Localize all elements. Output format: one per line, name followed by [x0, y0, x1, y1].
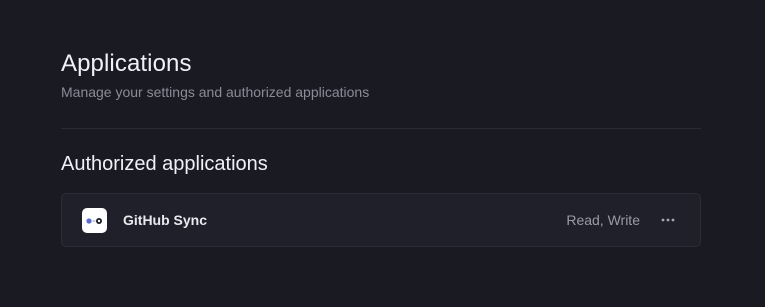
page-title: Applications [61, 50, 192, 77]
app-permissions: Read, Write [566, 212, 640, 228]
section-divider [61, 128, 701, 129]
authorized-app-row[interactable]: GitHub Sync Read, Write [61, 193, 701, 247]
more-horizontal-icon [661, 218, 675, 222]
page-subtitle: Manage your settings and authorized appl… [61, 84, 370, 100]
app-more-options-button[interactable] [656, 208, 680, 232]
app-name: GitHub Sync [123, 212, 208, 228]
authorized-applications-heading: Authorized applications [61, 153, 268, 175]
github-sync-logo-icon [82, 208, 107, 233]
